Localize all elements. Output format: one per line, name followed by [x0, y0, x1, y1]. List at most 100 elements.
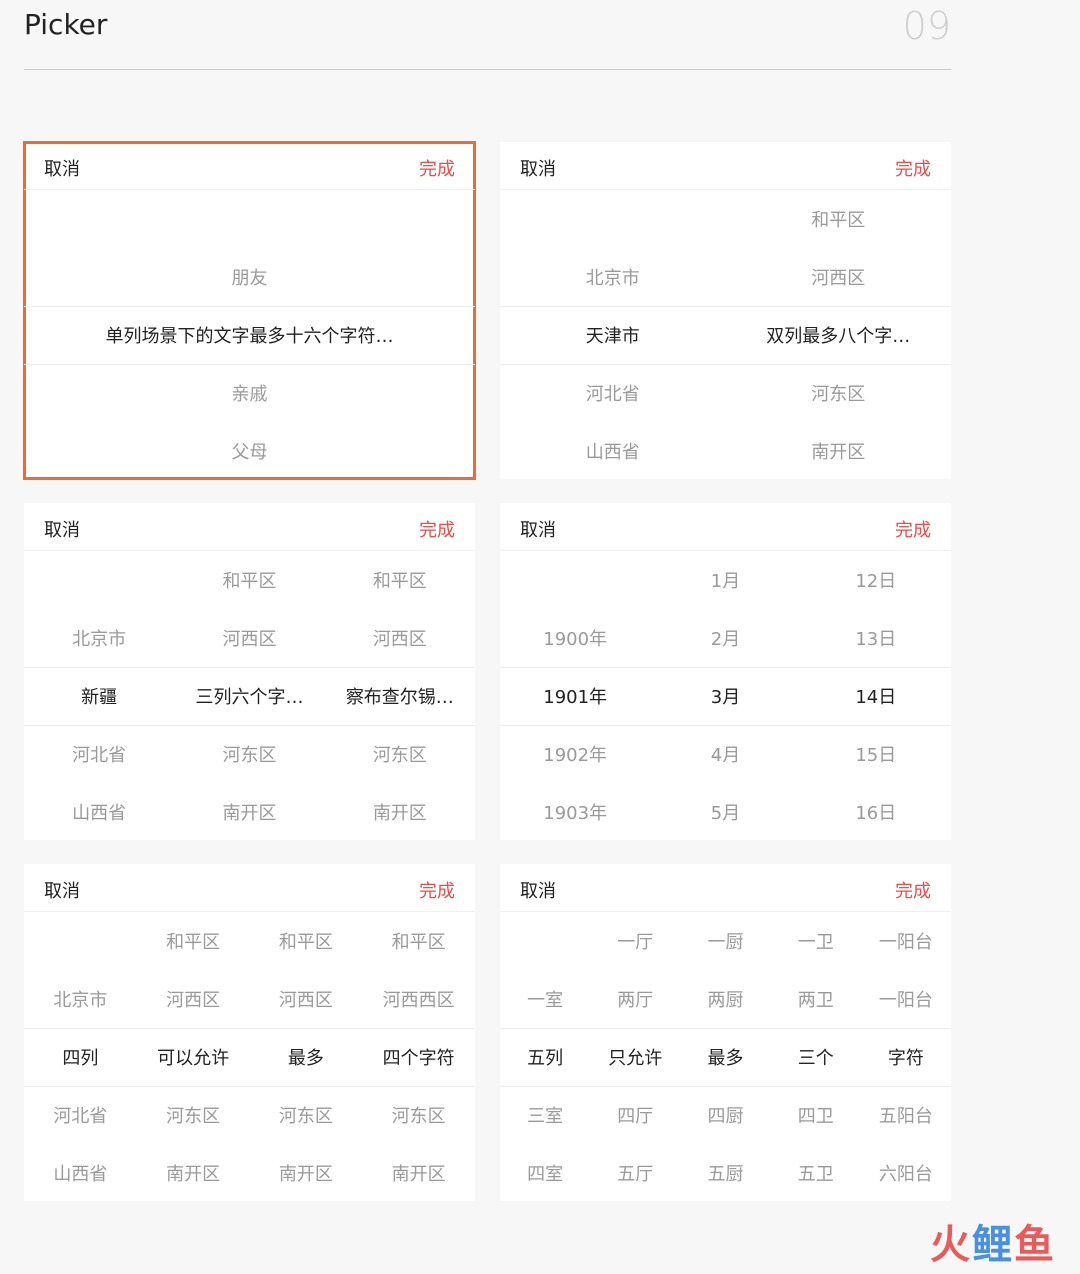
picker-option[interactable]: 两厅: [590, 970, 680, 1028]
picker-option[interactable]: 一卫: [771, 912, 861, 970]
picker-option[interactable]: 五厨: [680, 1144, 770, 1202]
picker-option[interactable]: 南开区: [250, 1144, 363, 1202]
picker-option[interactable]: 一厅: [590, 912, 680, 970]
picker-option[interactable]: 16日: [801, 783, 951, 841]
picker-column[interactable]: 和平区 河西区 三列六个字… 河东区 南开区: [174, 551, 324, 840]
picker-option[interactable]: 河东区: [174, 725, 324, 783]
picker-option-selected[interactable]: 三个: [771, 1028, 861, 1086]
picker-column[interactable]: 一厅 两厅 只允许 四厅 五厅: [590, 912, 680, 1201]
picker-option-selected[interactable]: 五列: [500, 1028, 590, 1086]
picker-option-selected[interactable]: 3月: [650, 667, 800, 725]
picker-column[interactable]: 北京市 四列 河北省 山西省: [24, 912, 137, 1201]
picker-option[interactable]: 北京市: [24, 970, 137, 1028]
picker-option[interactable]: [24, 551, 174, 609]
picker-column[interactable]: 1月 2月 3月 4月 5月: [650, 551, 800, 840]
picker-column[interactable]: 一阳台 一阳台 字符 五阳台 六阳台: [861, 912, 951, 1201]
picker-option[interactable]: 一阳台: [861, 912, 951, 970]
picker-column[interactable]: 和平区 河西区 察布查尔锡… 河东区 南开区: [325, 551, 475, 840]
picker-option[interactable]: 两厨: [680, 970, 770, 1028]
picker-wheel[interactable]: 北京市 天津市 河北省 山西省 和平区 河西区 双列最多八个字… 河东区 南开区: [500, 190, 951, 479]
picker-option-selected[interactable]: 最多: [680, 1028, 770, 1086]
picker-option-selected[interactable]: 最多: [250, 1028, 363, 1086]
picker-option[interactable]: 河东区: [362, 1086, 475, 1144]
picker-option[interactable]: 六阳台: [861, 1144, 951, 1202]
picker-column[interactable]: 北京市 天津市 河北省 山西省: [500, 190, 726, 479]
picker-option[interactable]: [500, 912, 590, 970]
picker-option[interactable]: 北京市: [500, 248, 726, 306]
picker-option[interactable]: 1900年: [500, 609, 650, 667]
picker-wheel[interactable]: 朋友 单列场景下的文字最多十六个字符… 亲戚 父母: [24, 190, 475, 479]
done-button[interactable]: 完成: [419, 516, 455, 542]
picker-option[interactable]: 南开区: [362, 1144, 475, 1202]
done-button[interactable]: 完成: [895, 516, 931, 542]
picker-wheel[interactable]: 北京市 新疆 河北省 山西省 和平区 河西区 三列六个字… 河东区 南开区 和平区 河西区 察布查尔锡…: [24, 551, 475, 840]
picker-option-selected[interactable]: 14日: [801, 667, 951, 725]
picker-column[interactable]: 和平区 河西区 双列最多八个字… 河东区 南开区: [726, 190, 952, 479]
picker-wheel[interactable]: 北京市 四列 河北省 山西省 和平区 河西区 可以允许 河东区 南开区 和平区 河西区 最多 河东区 南开…: [24, 912, 475, 1201]
picker-option[interactable]: 五厅: [590, 1144, 680, 1202]
picker-option-selected[interactable]: 三列六个字…: [174, 667, 324, 725]
picker-option[interactable]: 河西区: [325, 609, 475, 667]
picker-option[interactable]: 2月: [650, 609, 800, 667]
picker-column[interactable]: 和平区 河西西区 四个字符 河东区 南开区: [362, 912, 475, 1201]
picker-option-selected[interactable]: 1901年: [500, 667, 650, 725]
picker-option[interactable]: 河西区: [250, 970, 363, 1028]
picker-wheel[interactable]: 一室 五列 三室 四室 一厅 两厅 只允许 四厅 五厅 一厨 两厨 最多 四厨 五厨 一卫 两卫 三个 四卫 五卫一…: [500, 912, 951, 1201]
picker-option[interactable]: 朋友: [24, 248, 475, 306]
cancel-button[interactable]: 取消: [520, 155, 556, 181]
picker-option[interactable]: 河西区: [726, 248, 952, 306]
picker-option-selected[interactable]: 只允许: [590, 1028, 680, 1086]
picker-wheel[interactable]: 1900年 1901年 1902年 1903年 1月 2月 3月 4月 5月 12日 13日 14日 1…: [500, 551, 951, 840]
picker-option[interactable]: 河东区: [325, 725, 475, 783]
picker-option[interactable]: 和平区: [362, 912, 475, 970]
picker-option[interactable]: [500, 551, 650, 609]
picker-option[interactable]: 一阳台: [861, 970, 951, 1028]
picker-option[interactable]: 1903年: [500, 783, 650, 841]
picker-option[interactable]: 河西西区: [362, 970, 475, 1028]
picker-option-selected[interactable]: 字符: [861, 1028, 951, 1086]
picker-option[interactable]: 三室: [500, 1086, 590, 1144]
picker-column[interactable]: 北京市 新疆 河北省 山西省: [24, 551, 174, 840]
picker-option[interactable]: 12日: [801, 551, 951, 609]
picker-option[interactable]: 南开区: [174, 783, 324, 841]
picker-option[interactable]: 1月: [650, 551, 800, 609]
picker-option[interactable]: 河东区: [726, 364, 952, 422]
picker-option[interactable]: 山西省: [500, 422, 726, 480]
picker-option[interactable]: 1902年: [500, 725, 650, 783]
picker-option[interactable]: 五卫: [771, 1144, 861, 1202]
picker-option[interactable]: 南开区: [726, 422, 952, 480]
picker-option[interactable]: 河西区: [174, 609, 324, 667]
picker-option[interactable]: 和平区: [250, 912, 363, 970]
done-button[interactable]: 完成: [419, 155, 455, 181]
done-button[interactable]: 完成: [419, 877, 455, 903]
picker-option[interactable]: 亲戚: [24, 364, 475, 422]
picker-column[interactable]: 一卫 两卫 三个 四卫 五卫: [771, 912, 861, 1201]
picker-option[interactable]: 河北省: [500, 364, 726, 422]
picker-option-selected[interactable]: 察布查尔锡…: [325, 667, 475, 725]
picker-option-selected[interactable]: 新疆: [24, 667, 174, 725]
picker-option[interactable]: 河北省: [24, 725, 174, 783]
cancel-button[interactable]: 取消: [44, 516, 80, 542]
picker-option[interactable]: 四卫: [771, 1086, 861, 1144]
picker-option[interactable]: 南开区: [137, 1144, 250, 1202]
picker-option[interactable]: 一室: [500, 970, 590, 1028]
picker-option-selected[interactable]: 四个字符: [362, 1028, 475, 1086]
picker-option[interactable]: 南开区: [325, 783, 475, 841]
picker-option[interactable]: 河北省: [24, 1086, 137, 1144]
picker-option-selected[interactable]: 可以允许: [137, 1028, 250, 1086]
picker-option[interactable]: 山西省: [24, 1144, 137, 1202]
picker-option[interactable]: 和平区: [137, 912, 250, 970]
picker-option[interactable]: 两卫: [771, 970, 861, 1028]
picker-option[interactable]: 四室: [500, 1144, 590, 1202]
picker-option[interactable]: 13日: [801, 609, 951, 667]
picker-option[interactable]: 和平区: [174, 551, 324, 609]
cancel-button[interactable]: 取消: [520, 516, 556, 542]
picker-column[interactable]: 12日 13日 14日 15日 16日: [801, 551, 951, 840]
picker-column[interactable]: 和平区 河西区 可以允许 河东区 南开区: [137, 912, 250, 1201]
picker-column[interactable]: 朋友 单列场景下的文字最多十六个字符… 亲戚 父母: [24, 190, 475, 479]
cancel-button[interactable]: 取消: [44, 155, 80, 181]
picker-option[interactable]: 河东区: [137, 1086, 250, 1144]
picker-option[interactable]: [24, 190, 475, 248]
picker-option-selected[interactable]: 双列最多八个字…: [726, 306, 952, 364]
cancel-button[interactable]: 取消: [44, 877, 80, 903]
